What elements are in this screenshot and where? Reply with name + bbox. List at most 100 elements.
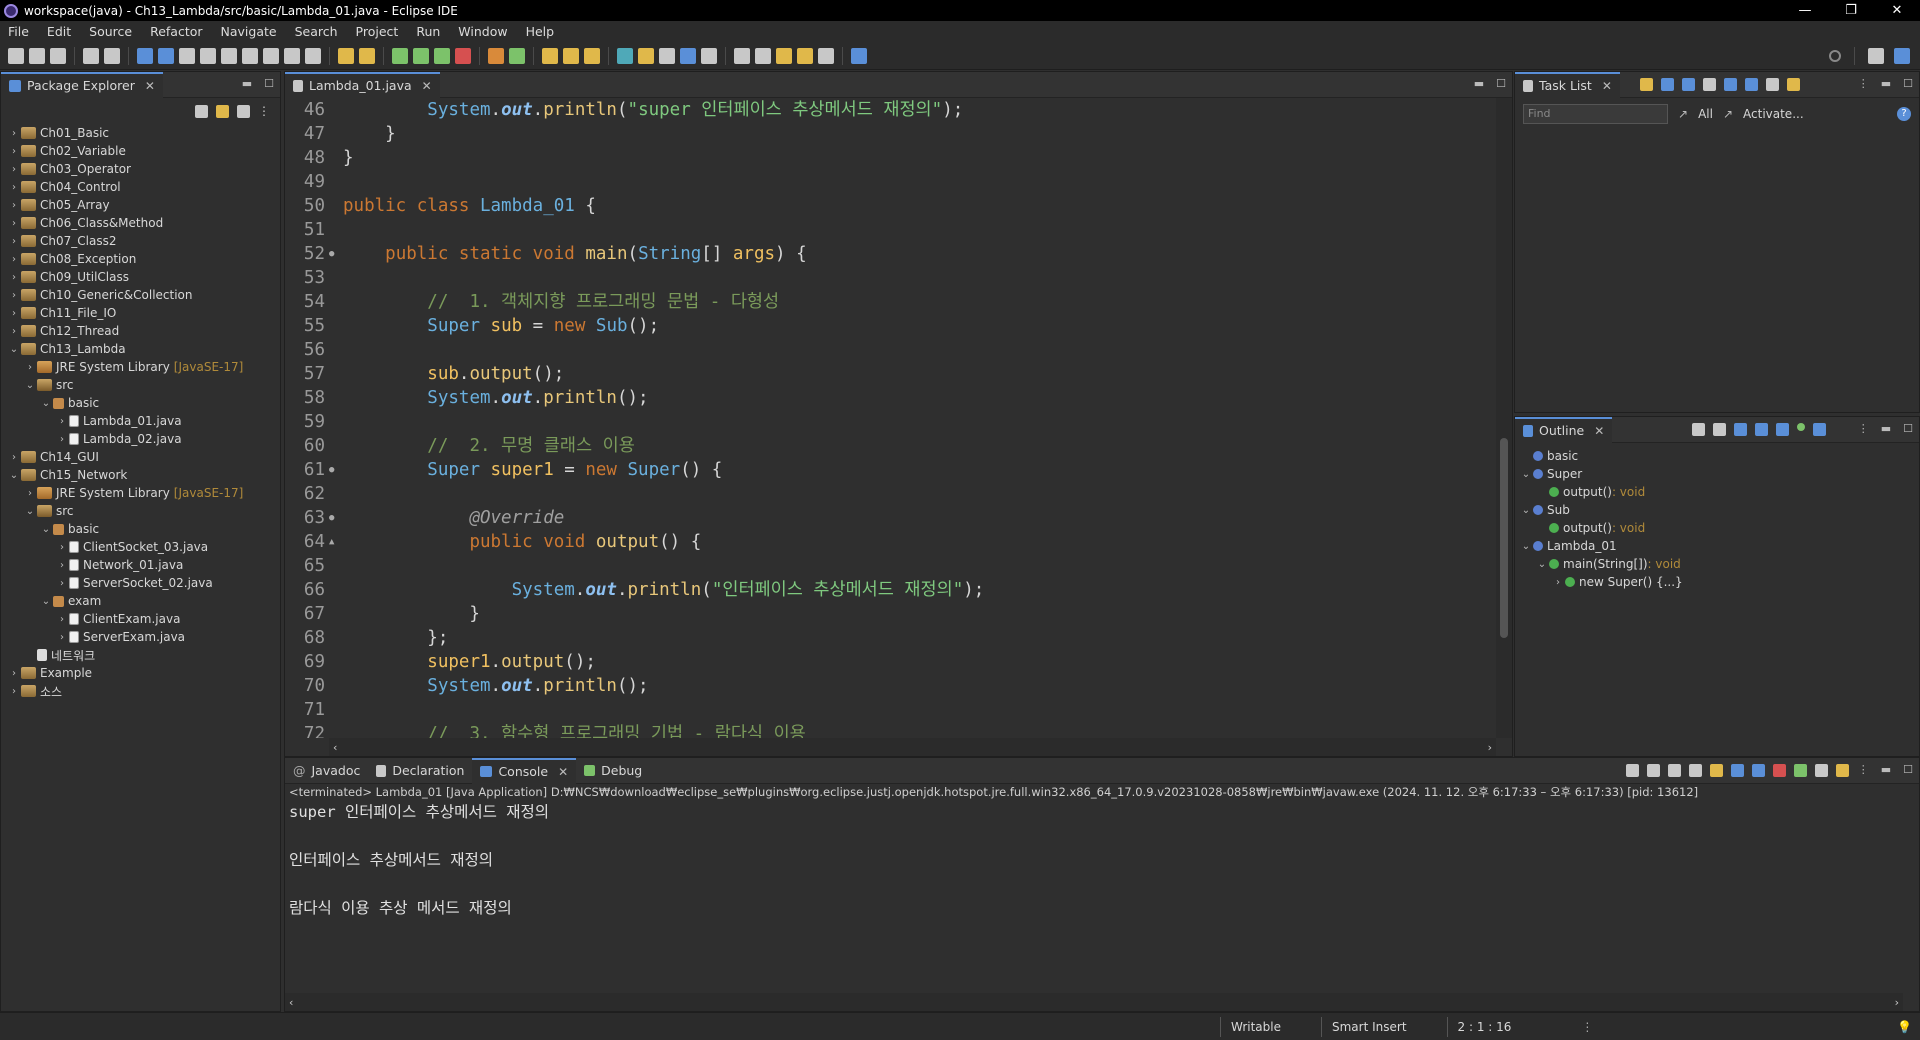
chevron-down-icon[interactable]: ⌄ <box>23 506 37 517</box>
menu-file[interactable]: File <box>0 24 39 39</box>
tab-javadoc[interactable]: @ Javadoc <box>285 758 368 784</box>
tree-item[interactable]: ⌄ src <box>1 502 280 520</box>
code-line[interactable]: 54 // 1. 객체지향 프로그래밍 문법 - 다형성 <box>285 290 1496 314</box>
disconnect-icon[interactable] <box>242 47 258 64</box>
code-line[interactable]: 53 <box>285 266 1496 290</box>
tree-item[interactable]: ⌄ src <box>1 376 280 394</box>
categorized-icon[interactable] <box>1660 78 1674 91</box>
menu-run[interactable]: Run <box>408 24 450 39</box>
code-line[interactable]: 49 <box>285 170 1496 194</box>
pin-console-icon[interactable] <box>1794 764 1807 777</box>
tree-item[interactable]: ⌄ basic <box>1 520 280 538</box>
chevron-right-icon[interactable]: › <box>55 614 69 625</box>
minimize-button[interactable]: — <box>1782 0 1828 21</box>
chevron-right-icon[interactable]: › <box>7 308 21 319</box>
code-line[interactable]: 71 <box>285 698 1496 722</box>
chevron-right-icon[interactable]: › <box>7 668 21 679</box>
collapse-all-icon[interactable] <box>195 104 208 118</box>
code-line[interactable]: 64 ▲ public void output() { <box>285 530 1496 554</box>
tree-item[interactable]: ⌄ exam <box>1 592 280 610</box>
menu-search[interactable]: Search <box>287 24 348 39</box>
chevron-right-icon[interactable]: › <box>1551 577 1565 588</box>
code-line[interactable]: 65 <box>285 554 1496 578</box>
hide-local-types-icon[interactable] <box>1776 423 1790 436</box>
pen-icon[interactable] <box>638 47 654 64</box>
step-return-icon[interactable] <box>305 47 321 64</box>
chevron-right-icon[interactable]: › <box>7 326 21 337</box>
maximize-icon[interactable]: ☐ <box>1903 422 1913 435</box>
scroll-right-icon[interactable]: › <box>1488 741 1492 754</box>
code-line[interactable]: 68 }; <box>285 626 1496 650</box>
next-annotation-icon[interactable] <box>734 47 750 64</box>
tab-console[interactable]: Console ✕ <box>472 757 577 784</box>
tree-item[interactable]: › Ch03_Operator <box>1 160 280 178</box>
code-line[interactable]: 59 <box>285 410 1496 434</box>
tab-debug[interactable]: Debug <box>576 758 650 784</box>
code-line[interactable]: 60 // 2. 무명 클래스 이용 <box>285 434 1496 458</box>
debug-skip-icon[interactable] <box>158 47 174 64</box>
chevron-down-icon[interactable]: ⌄ <box>39 524 53 535</box>
view-menu-icon[interactable]: ⋮ <box>1858 77 1869 90</box>
lightbulb-icon[interactable]: 💡 <box>1897 1020 1912 1034</box>
close-icon[interactable]: ✕ <box>145 79 155 93</box>
code-line[interactable]: 72 // 3. 함수형 프로그래밍 기법 - 람다식 이용 <box>285 722 1496 738</box>
focus-workweek-icon[interactable] <box>1723 78 1737 91</box>
last-edit-icon[interactable] <box>776 47 792 64</box>
new-icon[interactable] <box>8 47 24 64</box>
prev-annotation-icon[interactable] <box>755 47 771 64</box>
tree-item[interactable]: › Ch07_Class2 <box>1 232 280 250</box>
focus-task-icon[interactable] <box>359 47 375 64</box>
chevron-down-icon[interactable]: ⌄ <box>1535 559 1549 570</box>
code-line[interactable]: 48} <box>285 146 1496 170</box>
tree-item[interactable]: › JRE System Library [JavaSE-17] <box>1 358 280 376</box>
chevron-right-icon[interactable]: › <box>7 164 21 175</box>
tab-lambda-01[interactable]: Lambda_01.java ✕ <box>285 71 440 98</box>
debug-icon[interactable] <box>392 47 408 64</box>
tree-item[interactable]: › Ch09_UtilClass <box>1 268 280 286</box>
tab-outline[interactable]: Outline ✕ <box>1515 416 1613 443</box>
tree-item[interactable]: › 소스 <box>1 682 280 700</box>
external-tools-icon[interactable] <box>455 47 471 64</box>
code-line[interactable]: 69 super1.output(); <box>285 650 1496 674</box>
search-icon[interactable] <box>1829 49 1841 62</box>
forward-icon[interactable] <box>818 47 834 64</box>
remove-launch-icon[interactable] <box>1647 764 1660 777</box>
code-line[interactable]: 63 ● @Override <box>285 506 1496 530</box>
repository-icon[interactable] <box>1786 78 1800 91</box>
terminal-icon[interactable] <box>137 47 153 64</box>
maximize-icon[interactable]: ☐ <box>1903 77 1913 90</box>
redo-icon[interactable] <box>104 47 120 64</box>
console-output[interactable]: super 인터페이스 추상메서드 재정의 인터페이스 추상메서드 재정의 람다식 … <box>285 800 1919 920</box>
minimize-icon[interactable]: ▬ <box>242 77 252 90</box>
menu-help[interactable]: Help <box>518 24 565 39</box>
all-link[interactable]: All <box>1698 107 1713 121</box>
tree-item[interactable]: › Ch08_Exception <box>1 250 280 268</box>
tree-item[interactable]: › ClientSocket_03.java <box>1 538 280 556</box>
chevron-right-icon[interactable]: › <box>55 578 69 589</box>
chevron-right-icon[interactable]: › <box>7 254 21 265</box>
status-menu-icon[interactable]: ⋮ <box>1581 1020 1593 1034</box>
scroll-left-icon[interactable]: ‹ <box>289 996 293 1009</box>
code-line[interactable]: 66 System.out.println("인터페이스 추상메서드 재정의")… <box>285 578 1496 602</box>
tree-item[interactable]: › Ch04_Control <box>1 178 280 196</box>
outline-item[interactable]: ⌄ main(String[]) : void <box>1515 555 1919 573</box>
help-icon[interactable]: ? <box>1897 107 1911 121</box>
open-task-icon[interactable] <box>338 47 354 64</box>
activate-link[interactable]: Activate... <box>1743 107 1804 121</box>
open-perspective-icon[interactable] <box>1868 47 1884 64</box>
tree-item[interactable]: ⌄ Ch15_Network <box>1 466 280 484</box>
search-tool-icon[interactable] <box>584 47 600 64</box>
tree-item[interactable]: ⌄ basic <box>1 394 280 412</box>
hide-fields-icon[interactable] <box>1713 423 1727 436</box>
chevron-right-icon[interactable]: › <box>23 362 37 373</box>
public-filter-icon[interactable] <box>1797 423 1806 431</box>
chevron-right-icon[interactable]: › <box>55 632 69 643</box>
tree-item[interactable]: › Ch05_Array <box>1 196 280 214</box>
chevron-down-icon[interactable]: ⌄ <box>39 596 53 607</box>
hide-nonpublic-icon[interactable] <box>1755 423 1769 436</box>
menu-project[interactable]: Project <box>348 24 409 39</box>
open-resource-icon[interactable] <box>563 47 579 64</box>
menu-navigate[interactable]: Navigate <box>213 24 287 39</box>
maximize-icon[interactable]: ☐ <box>1496 77 1506 90</box>
chevron-right-icon[interactable]: › <box>7 686 21 697</box>
